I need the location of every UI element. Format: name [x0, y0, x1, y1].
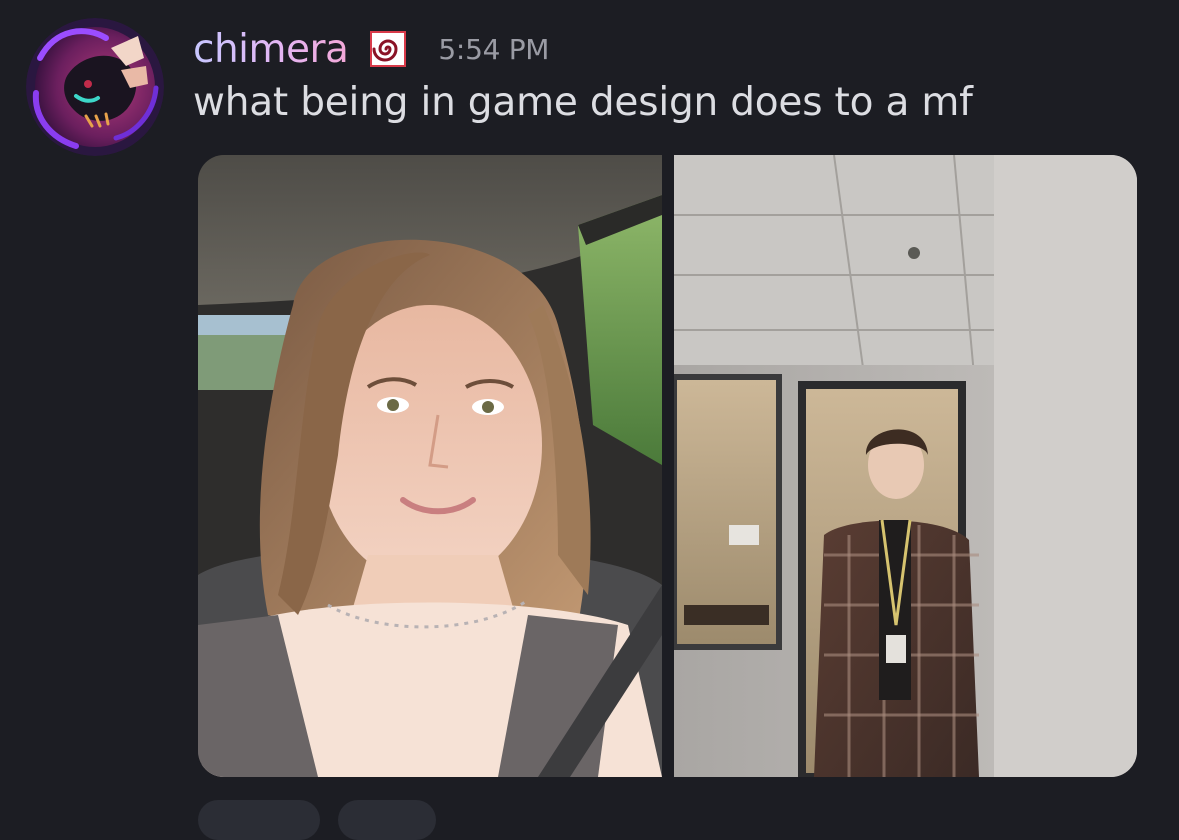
- reaction-pill[interactable]: [338, 800, 436, 840]
- spiral-role-icon[interactable]: [370, 31, 407, 67]
- user-avatar[interactable]: [26, 18, 164, 156]
- image-attachments: [198, 155, 1137, 777]
- office-hallway-photo[interactable]: [674, 155, 1137, 777]
- message-header: chimera 5:54 PM: [193, 22, 549, 76]
- message-content: what being in game design does to a mf: [193, 80, 973, 125]
- reaction-pill[interactable]: [198, 800, 320, 840]
- dragon-avatar-icon: [26, 18, 164, 156]
- message-timestamp: 5:54 PM: [438, 32, 550, 66]
- username[interactable]: chimera: [193, 27, 349, 72]
- car-selfie-photo[interactable]: [198, 155, 662, 777]
